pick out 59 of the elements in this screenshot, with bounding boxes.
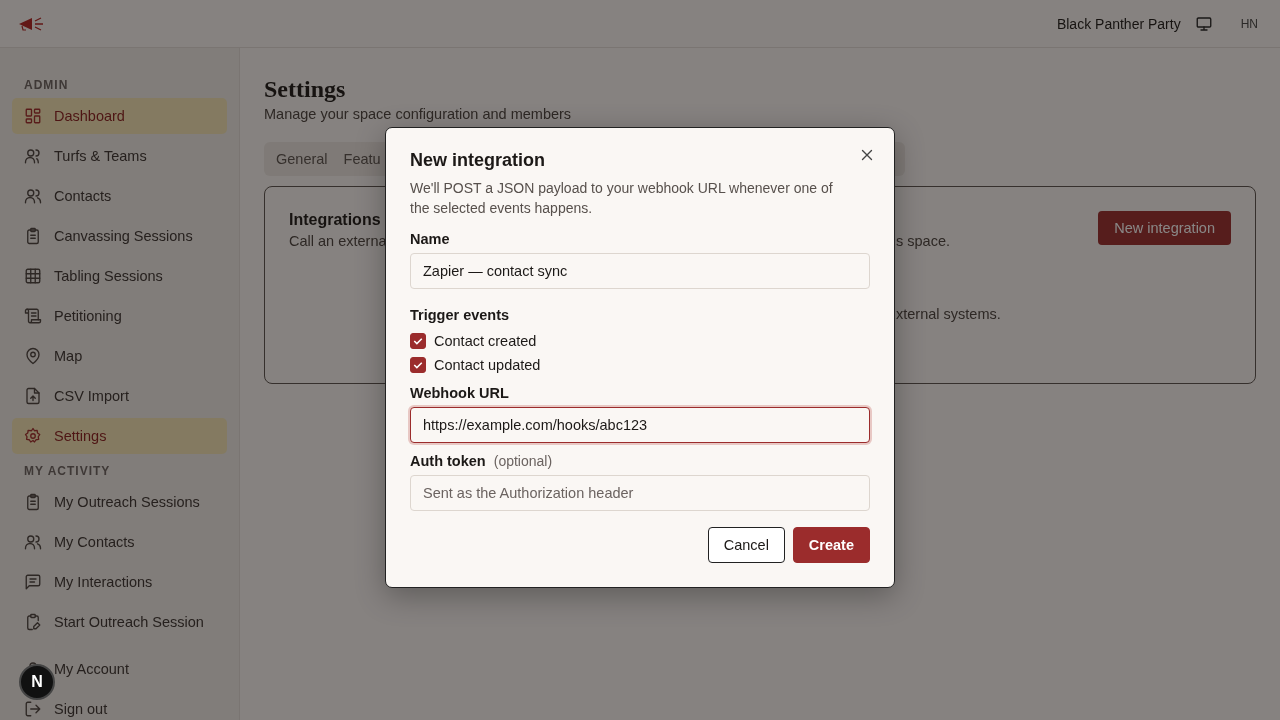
new-integration-button[interactable]: New integration bbox=[1098, 211, 1231, 245]
checkbox-label[interactable]: Contact updated bbox=[434, 357, 541, 373]
map-pin-icon bbox=[24, 347, 42, 365]
url-field[interactable]: https://example.com/hooks/abc123 bbox=[410, 407, 870, 443]
checkbox[interactable] bbox=[410, 357, 426, 373]
sidebar-item[interactable]: Start Outreach Session bbox=[12, 604, 227, 640]
empty-state-text: xternal systems. bbox=[896, 306, 1001, 322]
sidebar-item[interactable]: Settings bbox=[12, 418, 227, 454]
clipboard-pen-icon bbox=[24, 613, 42, 631]
cancel-button[interactable]: Cancel bbox=[707, 527, 785, 563]
sidebar-item[interactable]: My Contacts bbox=[12, 524, 227, 560]
dialog-description: We'll POST a JSON payload to your webhook URL whenever one of the selected events happens. bbox=[410, 179, 834, 218]
field-label: Name bbox=[410, 231, 451, 247]
clipboard-icon bbox=[24, 493, 42, 511]
page-subtitle: Manage your space configuration and members bbox=[264, 106, 573, 122]
clipboard-icon bbox=[24, 227, 42, 245]
dialog-title: New integration bbox=[410, 150, 546, 171]
sidebar-item[interactable]: Turfs & Teams bbox=[12, 138, 227, 174]
create-button[interactable]: Create bbox=[792, 527, 870, 563]
field-label: Webhook URL bbox=[410, 385, 510, 401]
field-label: Auth token bbox=[410, 453, 486, 469]
tab[interactable]: General bbox=[268, 145, 336, 173]
token-field[interactable]: Sent as the Authorization header bbox=[410, 475, 870, 511]
sign-out-icon bbox=[24, 700, 42, 718]
org-name[interactable]: Black Panther Party bbox=[1056, 15, 1181, 32]
card-title: Integrations bbox=[289, 211, 381, 229]
section-heading: ADMIN bbox=[23, 77, 70, 94]
sidebar-item[interactable]: My Interactions bbox=[12, 564, 227, 600]
sidebar-item[interactable]: Map bbox=[12, 338, 227, 374]
field-label: Trigger events bbox=[410, 307, 511, 323]
table-icon bbox=[24, 267, 42, 285]
people-icon bbox=[24, 533, 42, 551]
sidebar-item[interactable]: Dashboard bbox=[12, 98, 227, 134]
name-field[interactable]: Zapier — contact sync bbox=[410, 253, 870, 289]
card-description: s space. bbox=[896, 233, 950, 249]
gear-icon bbox=[24, 427, 42, 445]
sidebar-item[interactable]: CSV Import bbox=[12, 378, 227, 414]
sidebar-item[interactable]: Contacts bbox=[12, 178, 227, 214]
user-avatar[interactable]: HN bbox=[1236, 12, 1262, 35]
grid-icon bbox=[24, 107, 42, 125]
page-title: Settings bbox=[264, 76, 347, 103]
checkbox-label[interactable]: Contact created bbox=[434, 333, 537, 349]
monitor-icon[interactable] bbox=[1194, 14, 1213, 33]
section-heading: MY ACTIVITY bbox=[23, 463, 112, 480]
tab[interactable]: Featu bbox=[335, 145, 389, 173]
check-icon bbox=[412, 359, 424, 371]
message-icon bbox=[24, 573, 42, 591]
people-icon bbox=[24, 187, 42, 205]
file-upload-icon bbox=[24, 387, 42, 405]
card-description: Call an externa bbox=[289, 233, 387, 249]
sidebar-item[interactable]: My Outreach Sessions bbox=[12, 484, 227, 520]
checkbox[interactable] bbox=[410, 333, 426, 349]
check-icon bbox=[412, 335, 424, 347]
optional-hint: (optional) bbox=[493, 453, 553, 469]
sidebar-item[interactable]: Tabling Sessions bbox=[12, 258, 227, 294]
sidebar-item[interactable]: Canvassing Sessions bbox=[12, 218, 227, 254]
people-icon bbox=[24, 147, 42, 165]
scroll-icon bbox=[24, 307, 42, 325]
sidebar-item[interactable]: Petitioning bbox=[12, 298, 227, 334]
